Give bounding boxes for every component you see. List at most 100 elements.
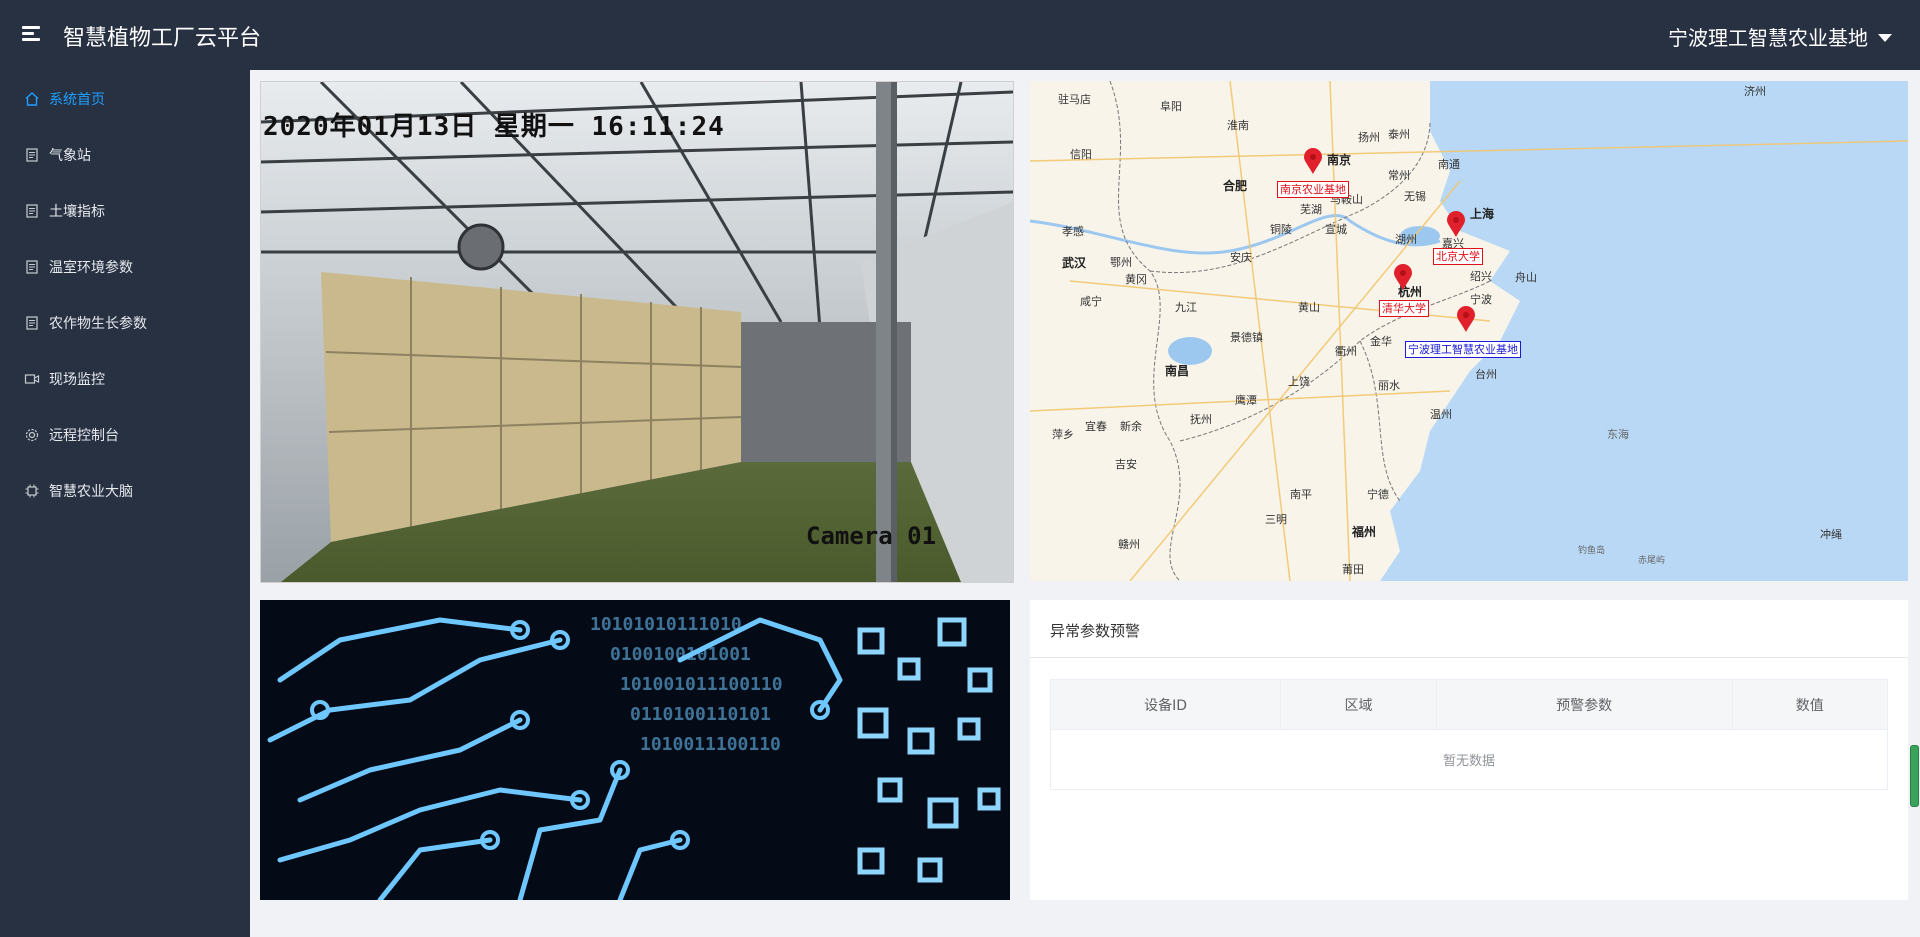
- top-header: 智慧植物工厂云平台 宁波理工智慧农业基地: [0, 0, 1920, 70]
- map-city: 铜陵: [1270, 223, 1292, 236]
- map-marker-label[interactable]: 南京农业基地: [1277, 181, 1349, 198]
- sidebar-item-agri-brain[interactable]: 智慧农业大脑: [0, 463, 250, 519]
- map-city: 三明: [1265, 513, 1287, 526]
- sidebar-item-label: 现场监控: [49, 372, 105, 388]
- map-city: 武汉: [1062, 256, 1087, 270]
- map-city: 南京: [1327, 153, 1352, 167]
- map-pin-icon[interactable]: [1457, 306, 1475, 332]
- map-city: 冲绳: [1820, 528, 1842, 541]
- camera-timestamp: 2020年01月13日 星期一 16:11:24: [263, 112, 725, 142]
- map-city: 南昌: [1165, 364, 1190, 378]
- sidebar-item-weather-station[interactable]: 气象站: [0, 127, 250, 183]
- base-location-map[interactable]: 驻马店 阜阳 淮南 信阳 合肥 南京 扬州 泰州 南通 常州 无锡 上海 湖州 …: [1030, 81, 1908, 581]
- column-header-value[interactable]: 数值: [1731, 679, 1889, 730]
- map-city: 吉安: [1115, 458, 1137, 471]
- home-icon: [24, 91, 40, 107]
- map-city: 孝感: [1062, 225, 1084, 238]
- alerts-title: 异常参数预警: [1050, 622, 1141, 640]
- alerts-panel: 异常参数预警 设备ID 区域 预警参数 数值 暂无数据: [1030, 600, 1908, 900]
- camera-feed[interactable]: 2020年01月13日 星期一 16:11:24 Camera 01: [260, 81, 1014, 583]
- sidebar-item-monitoring[interactable]: 现场监控: [0, 351, 250, 407]
- map-city: 衢州: [1335, 345, 1357, 358]
- scrollbar-thumb[interactable]: [1910, 745, 1919, 807]
- map-city: 温州: [1430, 408, 1452, 421]
- alerts-divider: [1030, 657, 1908, 658]
- map-city: 常州: [1388, 169, 1410, 182]
- map-city: 绍兴: [1470, 270, 1492, 283]
- circuit-brain-graphic: 10101010111010 0100100101001 10100101110…: [260, 600, 1010, 900]
- map-city: 舟山: [1515, 271, 1537, 284]
- map-city: 新余: [1120, 420, 1142, 433]
- map-city: 黄山: [1298, 301, 1320, 314]
- column-header-alert-param[interactable]: 预警参数: [1435, 679, 1733, 730]
- map-city: 南通: [1438, 158, 1460, 171]
- map-city: 黄冈: [1125, 273, 1147, 286]
- map-city: 宣城: [1325, 223, 1347, 236]
- sidebar-item-greenhouse-env[interactable]: 温室环境参数: [0, 239, 250, 295]
- document-icon: [24, 203, 40, 219]
- map-city: 湖州: [1395, 233, 1417, 246]
- column-header-device-id[interactable]: 设备ID: [1049, 679, 1282, 730]
- sidebar-item-label: 系统首页: [49, 92, 105, 108]
- map-city: 赤尾屿: [1638, 556, 1666, 566]
- sidebar-item-label: 土壤指标: [49, 204, 105, 220]
- chip-icon: [24, 483, 40, 499]
- map-city: 赣州: [1118, 538, 1140, 551]
- map-city: 宜春: [1085, 420, 1107, 433]
- map-marker-label[interactable]: 清华大学: [1379, 300, 1429, 317]
- map-city: 台州: [1475, 368, 1497, 381]
- map-city: 宁波: [1470, 293, 1492, 306]
- map-city: 咸宁: [1080, 295, 1102, 308]
- sidebar-item-label: 温室环境参数: [49, 260, 133, 276]
- map-city: 东海: [1607, 428, 1629, 441]
- map-pin-icon[interactable]: [1304, 148, 1322, 174]
- map-city: 九江: [1175, 301, 1197, 314]
- map-city: 无锡: [1404, 190, 1426, 203]
- svg-text:101001011100110: 101001011100110: [620, 674, 783, 695]
- map-city: 宁德: [1367, 488, 1389, 501]
- map-city: 抚州: [1190, 413, 1212, 426]
- sidebar-item-remote-control[interactable]: 远程控制台: [0, 407, 250, 463]
- app-title: 智慧植物工厂云平台: [63, 26, 262, 51]
- map-pin-icon[interactable]: [1447, 211, 1465, 237]
- empty-state-text: 暂无数据: [1050, 729, 1888, 790]
- sidebar-item-label: 远程控制台: [49, 428, 119, 444]
- camera-label: Camera 01: [806, 522, 937, 550]
- map-city: 芜湖: [1300, 203, 1322, 216]
- map-city: 上饶: [1288, 375, 1310, 388]
- map-pin-icon[interactable]: [1394, 264, 1412, 290]
- map-city: 金华: [1370, 335, 1392, 348]
- alerts-table: 设备ID 区域 预警参数 数值 暂无数据: [1049, 679, 1889, 790]
- map-city: 信阳: [1070, 148, 1092, 161]
- map-marker-label[interactable]: 宁波理工智慧农业基地: [1405, 341, 1521, 358]
- map-city: 合肥: [1223, 179, 1248, 193]
- map-city: 济州: [1744, 85, 1766, 98]
- sidebar-item-home[interactable]: 系统首页: [0, 71, 250, 127]
- map-city: 上海: [1470, 207, 1495, 221]
- sidebar-item-crop-growth[interactable]: 农作物生长参数: [0, 295, 250, 351]
- map-city: 萍乡: [1052, 428, 1074, 441]
- svg-text:10101010111010: 10101010111010: [590, 614, 742, 635]
- menu-toggle-icon[interactable]: [22, 26, 40, 42]
- map-city: 丽水: [1378, 379, 1400, 392]
- map-city: 鄂州: [1110, 256, 1132, 269]
- sidebar-item-label: 气象站: [49, 148, 91, 164]
- map-city: 驻马店: [1058, 93, 1091, 106]
- site-selector[interactable]: 宁波理工智慧农业基地: [1668, 22, 1892, 51]
- caret-down-icon: [1878, 33, 1892, 42]
- gear-icon: [24, 427, 40, 443]
- smart-brain-image: 10101010111010 0100100101001 10100101110…: [260, 600, 1010, 900]
- video-icon: [24, 371, 40, 387]
- map-city: 阜阳: [1160, 100, 1182, 113]
- map-city: 莆田: [1342, 563, 1364, 576]
- sidebar-item-label: 农作物生长参数: [49, 316, 147, 332]
- svg-text:1010011100110: 1010011100110: [640, 734, 781, 755]
- map-marker-label[interactable]: 北京大学: [1433, 248, 1483, 265]
- map-city: 景德镇: [1230, 331, 1263, 344]
- map-city: 扬州: [1358, 131, 1380, 144]
- sidebar-item-soil[interactable]: 土壤指标: [0, 183, 250, 239]
- sidebar-item-label: 智慧农业大脑: [49, 484, 133, 500]
- column-header-area[interactable]: 区域: [1280, 679, 1437, 730]
- greenhouse-camera-image: [261, 82, 1013, 582]
- document-icon: [24, 315, 40, 331]
